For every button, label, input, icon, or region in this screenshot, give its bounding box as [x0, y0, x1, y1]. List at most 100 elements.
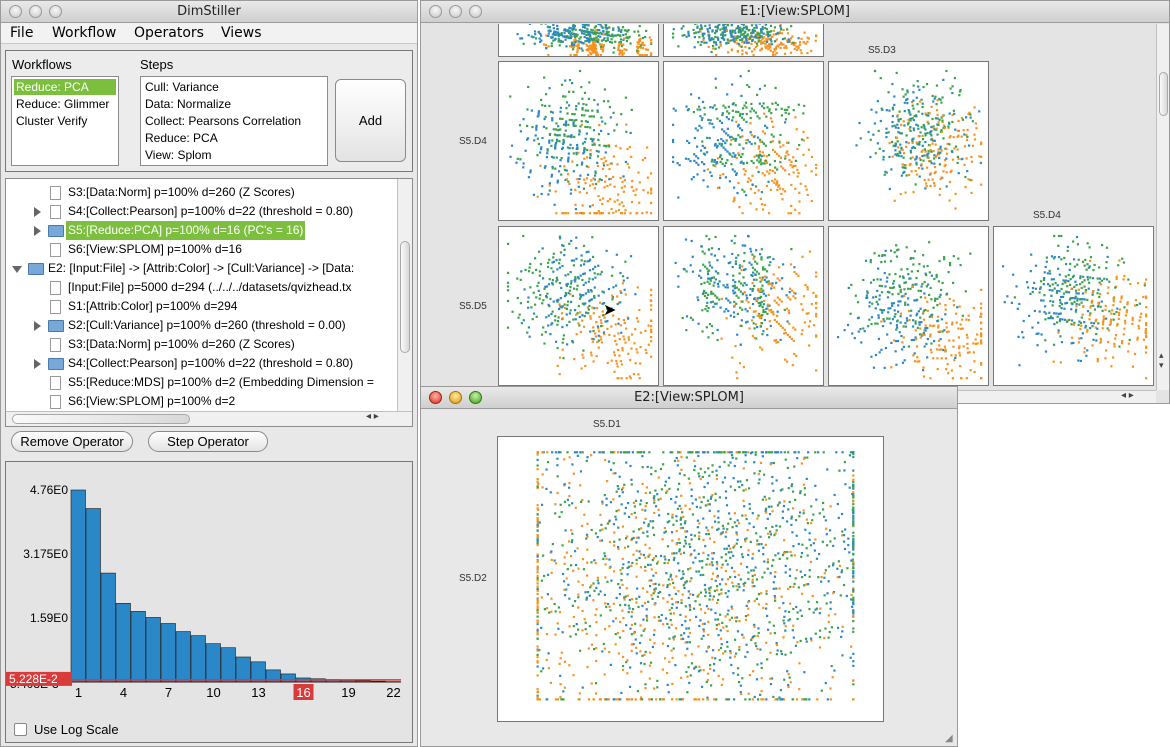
scatter-point — [627, 352, 630, 355]
remove-operator-button[interactable]: Remove Operator — [11, 431, 133, 452]
tree-row[interactable]: S2:[Cull:Variance] p=100% d=260 (thresho… — [6, 316, 398, 335]
scroll-arrows-icon[interactable]: ▴ ▾ — [1159, 350, 1164, 370]
scatter-point — [571, 147, 574, 150]
tree-row[interactable]: S4:[Collect:Pearson] p=100% d=22 (thresh… — [6, 202, 398, 221]
scatter-point — [712, 292, 715, 295]
menu-file[interactable]: File — [10, 25, 33, 41]
scatter-point — [796, 175, 799, 178]
splom-cell[interactable] — [828, 61, 989, 221]
step-item[interactable]: Reduce: PCA — [143, 130, 218, 146]
zoom-button[interactable] — [49, 5, 62, 18]
e1-vertical-scrollbar[interactable]: ▴ ▾ — [1156, 24, 1169, 390]
step-operator-button[interactable]: Step Operator — [148, 431, 268, 452]
scroll-thumb[interactable] — [400, 241, 410, 353]
disclosure-triangle-icon[interactable] — [12, 266, 22, 273]
splom-canvas[interactable]: S5.D3 S5.D4 S5.D4 S5.D5 ➤ — [421, 24, 1157, 390]
dimstiller-titlebar[interactable]: DimStiller — [1, 1, 417, 23]
workflow-item-reduce-pca[interactable]: Reduce: PCA — [14, 79, 116, 95]
minimize-button[interactable] — [449, 5, 462, 18]
tree-row[interactable]: [Input:File] p=5000 d=294 (../../../data… — [6, 278, 398, 297]
scatter-point — [897, 292, 900, 295]
close-button[interactable] — [9, 5, 22, 18]
scroll-thumb[interactable] — [12, 414, 190, 424]
tree-horizontal-scrollbar[interactable]: ◂ ▸ — [6, 411, 412, 426]
scroll-arrows-icon[interactable]: ◂ ▸ — [1121, 390, 1134, 401]
tree-row[interactable]: S6:[View:SPLOM] p=100% d=16 — [6, 240, 398, 259]
mds-scatter-plot[interactable] — [498, 437, 883, 721]
splom-scatter[interactable] — [499, 227, 658, 385]
scatter-point — [755, 249, 758, 252]
e1-titlebar[interactable]: E1:[View:SPLOM] — [421, 1, 1169, 23]
disclosure-triangle-icon[interactable] — [34, 359, 41, 369]
scroll-arrows-icon[interactable]: ◂ ▸ — [366, 411, 379, 422]
scatter-point — [1120, 297, 1123, 300]
tree-row[interactable]: S5:[Reduce:MDS] p=100% d=2 (Embedding Di… — [6, 373, 398, 392]
close-button[interactable] — [429, 5, 442, 18]
disclosure-triangle-icon[interactable] — [34, 226, 41, 236]
scatter-point — [760, 690, 763, 693]
workflow-item-cluster-verify[interactable]: Cluster Verify — [14, 113, 87, 129]
tree-vertical-scrollbar[interactable] — [397, 179, 412, 411]
scatter-point — [563, 254, 566, 257]
tree-row[interactable]: S4:[Collect:Pearson] p=100% d=22 (thresh… — [6, 354, 398, 373]
minimize-button[interactable] — [29, 5, 42, 18]
menu-operators[interactable]: Operators — [134, 25, 204, 41]
scroll-thumb[interactable] — [1159, 72, 1168, 116]
splom-cell[interactable] — [663, 61, 824, 221]
scatter-point — [790, 289, 794, 292]
tree-row[interactable]: S1:[Attrib:Color] p=100% d=294 — [6, 297, 398, 316]
tree-row[interactable]: S6:[View:SPLOM] p=100% d=2 — [6, 392, 398, 411]
workflows-list[interactable]: Reduce: PCA Reduce: Glimmer Cluster Veri… — [11, 76, 119, 166]
menu-views[interactable]: Views — [221, 25, 262, 41]
splom-scatter[interactable] — [664, 227, 823, 385]
tree-row[interactable]: S3:[Data:Norm] p=100% d=260 (Z Scores) — [6, 335, 398, 354]
splom-scatter[interactable] — [664, 24, 823, 57]
minimize-button[interactable] — [449, 391, 462, 404]
mds-scatter-cell[interactable] — [497, 436, 884, 722]
splom-cell[interactable] — [663, 226, 824, 386]
scatter-point — [536, 691, 539, 694]
steps-list[interactable]: Cull: Variance Data: Normalize Collect: … — [140, 76, 328, 166]
add-button[interactable]: Add — [335, 79, 406, 162]
zoom-button[interactable] — [469, 5, 482, 18]
zoom-button[interactable] — [469, 391, 482, 404]
splom-cell[interactable] — [993, 226, 1154, 386]
scatter-point — [906, 319, 909, 322]
splom-scatter[interactable] — [664, 62, 823, 220]
splom-cell[interactable] — [663, 24, 824, 57]
scatter-point — [789, 602, 792, 605]
tree-row[interactable]: E2: [Input:File] -> [Attrib:Color] -> [C… — [6, 259, 398, 278]
scatter-point — [757, 514, 760, 517]
tree-row[interactable]: S3:[Data:Norm] p=100% d=260 (Z Scores) — [6, 183, 398, 202]
splom-scatter[interactable] — [994, 227, 1153, 385]
close-button[interactable] — [429, 391, 442, 404]
workflow-item-reduce-glimmer[interactable]: Reduce: Glimmer — [14, 96, 109, 112]
splom-scatter[interactable] — [829, 62, 988, 220]
scatter-point — [1117, 317, 1120, 320]
scatter-point — [733, 570, 736, 573]
scatter-point — [747, 69, 750, 73]
step-item[interactable]: Data: Normalize — [143, 96, 231, 112]
step-item[interactable]: Cull: Variance — [143, 79, 219, 95]
splom-cell[interactable] — [498, 61, 659, 221]
scatter-point — [590, 115, 593, 118]
splom-cell[interactable] — [498, 24, 659, 57]
scatter-point — [543, 287, 546, 290]
eigenvalue-histogram[interactable]: 4.76E03.175E01.59E05.403E-35.228E-214710… — [6, 462, 412, 742]
scatter-point — [889, 322, 892, 325]
scatter-point — [699, 573, 702, 577]
tree-row-selected[interactable]: S5:[Reduce:PCA] p=100% d=16 (PC's = 16) — [6, 221, 398, 240]
disclosure-triangle-icon[interactable] — [34, 207, 41, 217]
splom-cell[interactable] — [828, 226, 989, 386]
step-item[interactable]: View: Splom — [143, 147, 211, 163]
disclosure-triangle-icon[interactable] — [34, 321, 41, 331]
menu-workflow[interactable]: Workflow — [52, 25, 116, 41]
log-scale-checkbox[interactable] — [14, 723, 27, 736]
step-item[interactable]: Collect: Pearsons Correlation — [143, 113, 301, 129]
splom-scatter[interactable] — [499, 24, 658, 57]
e2-titlebar[interactable]: E2:[View:SPLOM] — [421, 387, 957, 409]
scatter-point — [577, 628, 580, 631]
splom-scatter[interactable] — [499, 62, 658, 220]
splom-cell[interactable] — [498, 226, 659, 386]
splom-scatter[interactable] — [829, 227, 988, 385]
